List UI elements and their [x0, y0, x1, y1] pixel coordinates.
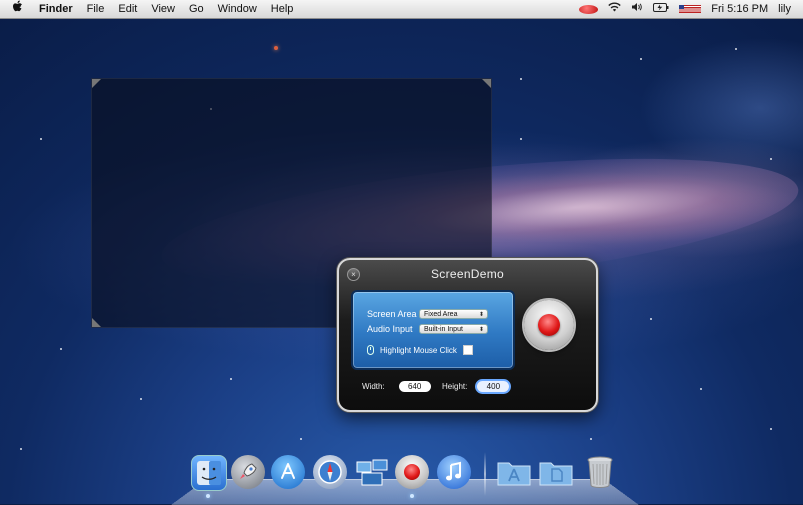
menu-help[interactable]: Help — [264, 0, 301, 18]
record-icon — [538, 314, 560, 336]
star — [735, 48, 737, 50]
app-store-icon[interactable] — [271, 455, 305, 489]
menu-go[interactable]: Go — [182, 0, 211, 18]
star — [650, 318, 652, 320]
screen-area-row: Screen Area Fixed Area ⬍ — [367, 309, 488, 319]
star — [274, 46, 278, 50]
us-flag-icon[interactable] — [674, 0, 706, 18]
menu-window[interactable]: Window — [211, 0, 264, 18]
star — [640, 58, 642, 60]
width-input[interactable]: 640 — [398, 381, 431, 392]
menu-file[interactable]: File — [80, 0, 112, 18]
applications-folder-icon[interactable] — [497, 455, 531, 489]
compass-icon[interactable] — [313, 455, 347, 489]
wifi-icon[interactable] — [603, 0, 626, 18]
trash-icon[interactable] — [583, 455, 617, 489]
star — [520, 138, 522, 140]
audio-input-label: Audio Input — [367, 324, 413, 334]
record-button[interactable] — [524, 300, 574, 350]
rocket-icon[interactable] — [231, 455, 265, 489]
settings-panel: Screen Area Fixed Area ⬍ Audio Input Bui… — [351, 290, 515, 370]
star — [140, 398, 142, 400]
chevron-updown-icon: ⬍ — [478, 312, 484, 318]
menu-bar: Finder File Edit View Go Window Help Fri… — [0, 0, 803, 19]
star — [590, 438, 592, 440]
star — [520, 78, 522, 80]
resize-handle-top-left[interactable] — [92, 79, 101, 88]
music-note-icon[interactable] — [437, 455, 471, 489]
menu-view[interactable]: View — [144, 0, 182, 18]
star — [60, 348, 62, 350]
star — [20, 448, 22, 450]
screen-area-select[interactable]: Fixed Area ⬍ — [419, 309, 488, 319]
chevron-updown-icon: ⬍ — [478, 327, 484, 333]
record-icon[interactable] — [395, 455, 429, 489]
menu-user[interactable]: lily — [773, 0, 803, 18]
height-input[interactable]: 400 — [477, 381, 510, 392]
width-label: Width: — [362, 382, 385, 391]
volume-icon[interactable] — [626, 0, 648, 18]
running-indicator — [410, 494, 414, 498]
resize-handle-top-right[interactable] — [482, 79, 491, 88]
dock-separator — [484, 452, 486, 496]
audio-input-row: Audio Input Built-in Input ⬍ — [367, 324, 488, 334]
resize-handle-bottom-left[interactable] — [92, 318, 101, 327]
menu-clock[interactable]: Fri 5:16 PM — [706, 0, 773, 18]
menu-app-name[interactable]: Finder — [32, 0, 80, 18]
highlight-row: Highlight Mouse Click — [367, 345, 473, 355]
status-menus: Fri 5:16 PM lily — [574, 0, 803, 18]
battery-icon[interactable] — [648, 0, 674, 18]
height-field: Height: 400 — [442, 381, 510, 392]
star — [700, 388, 702, 390]
highlight-checkbox[interactable] — [462, 345, 473, 355]
star — [770, 428, 772, 430]
screen-area-value: Fixed Area — [424, 311, 458, 318]
menu-edit[interactable]: Edit — [111, 0, 144, 18]
star — [770, 158, 772, 160]
window-title: ScreenDemo — [430, 267, 505, 281]
audio-input-select[interactable]: Built-in Input ⬍ — [419, 324, 488, 334]
audio-input-value: Built-in Input — [424, 326, 463, 333]
mission-control-icon[interactable] — [355, 455, 389, 489]
documents-folder-icon[interactable] — [539, 455, 573, 489]
star — [230, 378, 232, 380]
width-field: Width: 640 — [362, 381, 431, 392]
screendemo-window: × ScreenDemo Screen Area Fixed Area ⬍ Au… — [337, 258, 598, 412]
highlight-label: Highlight Mouse Click — [380, 345, 457, 355]
height-label: Height: — [442, 382, 468, 391]
star — [40, 138, 42, 140]
running-indicator — [206, 494, 210, 498]
mouse-icon — [367, 345, 374, 355]
apple-menu-icon[interactable] — [0, 0, 32, 18]
screen-area-label: Screen Area — [367, 309, 417, 319]
recording-indicator-icon[interactable] — [574, 0, 603, 18]
star — [300, 438, 302, 440]
finder-icon[interactable] — [191, 455, 227, 491]
